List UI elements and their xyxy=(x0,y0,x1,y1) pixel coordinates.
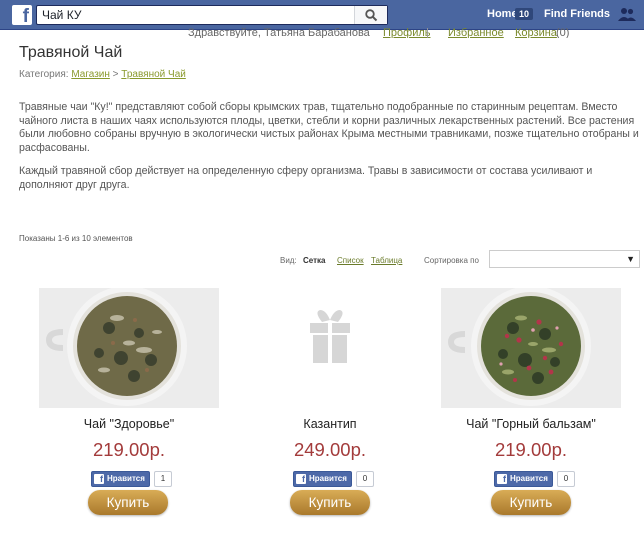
facebook-f-icon: f xyxy=(497,474,507,484)
userbar-separator: | xyxy=(426,27,429,38)
profile-link[interactable]: Профиль xyxy=(383,27,431,38)
like-count: 1 xyxy=(154,471,172,487)
like-label: Нравится xyxy=(107,474,145,483)
user-bar: Здравствуйте, Татьяна Барабанова Профиль… xyxy=(0,24,644,38)
gift-icon xyxy=(240,288,420,408)
like-count: 0 xyxy=(557,471,575,487)
product-name[interactable]: Чай "Здоровье" xyxy=(39,417,219,431)
find-friends-link[interactable]: Find Friends xyxy=(544,8,610,20)
product-card: Казантип 249.00р. f Нравится 0 Купить xyxy=(240,288,420,515)
favorites-link[interactable]: Избранное xyxy=(448,27,504,38)
search-input[interactable] xyxy=(37,6,354,24)
sort-label: Сортировка по xyxy=(424,256,479,265)
breadcrumb-current-link[interactable]: Травяной Чай xyxy=(121,69,186,80)
view-grid-option[interactable]: Сетка xyxy=(303,256,326,265)
product-image[interactable] xyxy=(441,288,621,408)
product-price: 219.00р. xyxy=(92,439,165,460)
product-price: 249.00р. xyxy=(293,439,366,460)
result-count: Показаны 1-6 из 10 элементов xyxy=(19,234,133,243)
home-link[interactable]: Home xyxy=(487,8,518,20)
dropdown-arrow-icon: ▼ xyxy=(626,254,635,264)
search-icon xyxy=(365,9,378,22)
breadcrumb-prefix: Категория: xyxy=(19,69,69,80)
friend-requests-icon[interactable] xyxy=(618,7,636,22)
buy-button[interactable]: Купить xyxy=(290,490,370,515)
product-image[interactable] xyxy=(39,288,219,408)
product-card: Чай "Здоровье" 219.00р. f Нравится 1 Куп… xyxy=(39,288,219,515)
facebook-f-icon: f xyxy=(296,474,306,484)
like-label: Нравится xyxy=(510,474,548,483)
like-button[interactable]: f Нравится xyxy=(293,471,352,487)
view-label: Вид: xyxy=(280,256,297,265)
product-card: Чай "Горный бальзам" 219.00р. f Нравится… xyxy=(441,288,621,515)
search-box xyxy=(36,5,388,25)
greeting-text: Здравствуйте, Татьяна Барабанова xyxy=(188,27,370,38)
breadcrumb-separator: > xyxy=(112,69,119,80)
category-description-2: Каждый травяной сбор действует на опреде… xyxy=(19,165,593,191)
category-description: Травяные чаи "Ку!" представляют собой сб… xyxy=(19,101,639,154)
buy-button[interactable]: Купить xyxy=(491,490,571,515)
view-list-option[interactable]: Список xyxy=(337,256,364,265)
like-label: Нравится xyxy=(309,474,347,483)
home-badge: 10 xyxy=(515,8,534,20)
like-button[interactable]: f Нравится xyxy=(91,471,150,487)
breadcrumb: Категория: Магазин > Травяной Чай xyxy=(19,69,186,80)
tea-cup-image xyxy=(441,288,621,408)
cart-count: (0) xyxy=(556,27,570,38)
tea-cup-image xyxy=(39,288,219,408)
cart-link[interactable]: Корзина xyxy=(515,27,557,38)
like-count: 0 xyxy=(356,471,374,487)
buy-button[interactable]: Купить xyxy=(88,490,168,515)
product-name[interactable]: Чай "Горный бальзам" xyxy=(441,417,621,431)
page-title: Травяной Чай xyxy=(19,44,123,61)
breadcrumb-shop-link[interactable]: Магазин xyxy=(71,69,110,80)
search-button[interactable] xyxy=(354,6,387,24)
facebook-logo-icon[interactable]: f xyxy=(12,5,32,27)
product-name[interactable]: Казантип xyxy=(240,417,420,431)
view-table-option[interactable]: Таблица xyxy=(371,256,402,265)
sort-dropdown[interactable]: ▼ xyxy=(489,250,640,268)
facebook-f-icon: f xyxy=(94,474,104,484)
product-price: 219.00р. xyxy=(494,439,567,460)
like-button[interactable]: f Нравится xyxy=(494,471,553,487)
product-image[interactable] xyxy=(240,288,420,408)
